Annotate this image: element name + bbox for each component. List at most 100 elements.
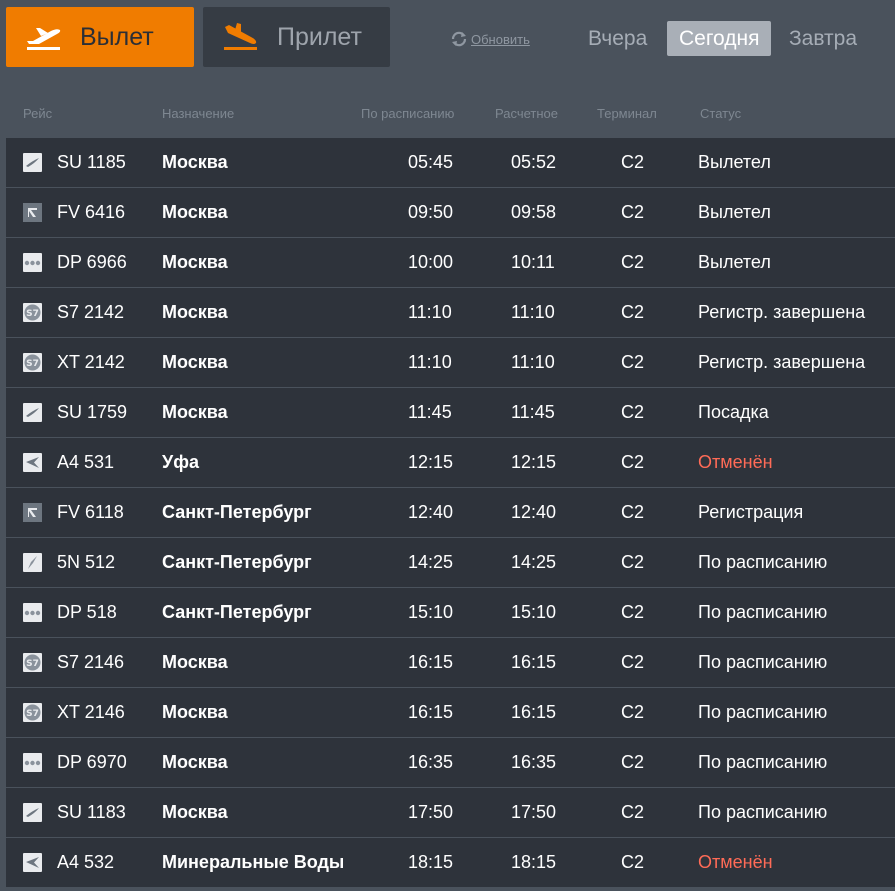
status-cell: Отменён bbox=[698, 852, 773, 872]
terminal-cell: C2 bbox=[621, 752, 645, 772]
table-row[interactable]: S7 S7 2146 Москва 16:15 16:15 C2 По расписанию bbox=[6, 638, 895, 688]
s7-logo-icon: S7 bbox=[23, 353, 42, 372]
scheduled-time-cell: 16:15 bbox=[408, 702, 454, 722]
day-tomorrow-tab[interactable]: Завтра bbox=[777, 21, 869, 56]
terminal-cell: C2 bbox=[621, 852, 645, 872]
scheduled-time-cell: 11:45 bbox=[408, 402, 452, 422]
alrosa-logo-icon bbox=[23, 853, 42, 872]
destination-cell: Санкт-Петербург bbox=[162, 552, 312, 572]
column-header-flight: Рейс bbox=[23, 106, 53, 121]
table-row[interactable]: SU 1185 Москва 05:45 05:52 C2 Вылетел bbox=[6, 138, 895, 188]
estimated-time-cell: 05:52 bbox=[511, 152, 557, 172]
s7-logo-icon: S7 bbox=[23, 303, 42, 322]
table-row[interactable]: SU 1759 Москва 11:45 11:45 C2 Посадка bbox=[6, 388, 895, 438]
column-header-scheduled: По расписанию bbox=[361, 106, 455, 121]
scheduled-time-cell: 18:15 bbox=[408, 852, 454, 872]
scheduled-time-cell: 14:25 bbox=[408, 552, 454, 572]
day-yesterday-tab[interactable]: Вчера bbox=[576, 21, 659, 56]
table-row[interactable]: SU 1183 Москва 17:50 17:50 C2 По расписанию bbox=[6, 788, 895, 838]
departures-tab-label: Вылет bbox=[80, 22, 154, 51]
destination-cell: Москва bbox=[162, 702, 228, 722]
table-row[interactable]: DP 518 Санкт-Петербург 15:10 15:10 C2 По расп… bbox=[6, 588, 895, 638]
pobeda-logo-icon bbox=[23, 603, 42, 622]
destination-cell: Москва bbox=[162, 802, 228, 822]
terminal-cell: C2 bbox=[621, 402, 645, 422]
estimated-time-cell: 16:15 bbox=[511, 652, 557, 672]
status-cell: По расписанию bbox=[698, 552, 828, 572]
estimated-time-cell: 11:10 bbox=[511, 302, 555, 322]
arrivals-tab[interactable]: Прилет bbox=[203, 7, 390, 67]
flight-number: 5N 512 bbox=[57, 552, 116, 572]
destination-cell: Москва bbox=[162, 202, 228, 222]
table-row[interactable]: S7 XT 2142 Москва 11:10 11:10 C2 Регистр. заве… bbox=[6, 338, 895, 388]
destination-cell: Санкт-Петербург bbox=[162, 502, 312, 522]
flight-number: SU 1183 bbox=[57, 802, 126, 822]
rossiya-logo-icon bbox=[23, 203, 42, 222]
flight-number: S7 2142 bbox=[57, 302, 125, 322]
estimated-time-cell: 16:35 bbox=[511, 752, 557, 772]
terminal-cell: C2 bbox=[621, 252, 645, 272]
scheduled-time-cell: 09:50 bbox=[408, 202, 454, 222]
terminal-cell: C2 bbox=[621, 152, 645, 172]
flight-number: XT 2146 bbox=[57, 702, 125, 722]
refresh-link[interactable]: Обновить bbox=[450, 30, 530, 48]
flight-number: FV 6416 bbox=[57, 202, 126, 222]
aeroflot-logo-icon bbox=[23, 153, 42, 172]
estimated-time-cell: 12:15 bbox=[511, 452, 557, 472]
estimated-time-cell: 16:15 bbox=[511, 702, 557, 722]
table-row[interactable]: DP 6966 Москва 10:00 10:11 C2 Вылетел bbox=[6, 238, 895, 288]
table-row[interactable]: A4 531 Уфа 12:15 12:15 C2 Отменён bbox=[6, 438, 895, 488]
estimated-time-cell: 11:10 bbox=[511, 352, 555, 372]
svg-text:S7: S7 bbox=[26, 359, 39, 369]
scheduled-time-cell: 12:15 bbox=[408, 452, 454, 472]
destination-cell: Санкт-Петербург bbox=[162, 602, 312, 622]
terminal-cell: C2 bbox=[621, 602, 645, 622]
table-row[interactable]: FV 6416 Москва 09:50 09:58 C2 Вылетел bbox=[6, 188, 895, 238]
destination-cell: Москва bbox=[162, 402, 228, 422]
table-row[interactable]: FV 6118 Санкт-Петербург 12:40 12:40 C2 Регист… bbox=[6, 488, 895, 538]
table-row[interactable]: DP 6970 Москва 16:35 16:35 C2 По расписанию bbox=[6, 738, 895, 788]
flights-table: SU 1185 Москва 05:45 05:52 C2 Вылетел FV 6416 М… bbox=[6, 138, 895, 888]
scheduled-time-cell: 16:15 bbox=[408, 652, 454, 672]
table-header: Рейс Назначение По расписанию Расчетное … bbox=[0, 106, 895, 126]
status-cell: По расписанию bbox=[698, 652, 828, 672]
scheduled-time-cell: 10:00 bbox=[408, 252, 454, 272]
flight-number: DP 6970 bbox=[57, 752, 127, 772]
table-row[interactable]: S7 S7 2142 Москва 11:10 11:10 C2 Регистр. заве… bbox=[6, 288, 895, 338]
estimated-time-cell: 14:25 bbox=[511, 552, 557, 572]
column-header-terminal: Терминал bbox=[597, 106, 657, 121]
terminal-cell: C2 bbox=[621, 652, 645, 672]
estimated-time-cell: 11:45 bbox=[511, 402, 555, 422]
destination-cell: Москва bbox=[162, 252, 228, 272]
status-cell: Вылетел bbox=[698, 152, 771, 172]
plane-takeoff-icon bbox=[27, 28, 61, 50]
flight-number: SU 1759 bbox=[57, 402, 128, 422]
alrosa-logo-icon bbox=[23, 453, 42, 472]
arrivals-tab-label: Прилет bbox=[277, 22, 362, 51]
refresh-label: Обновить bbox=[471, 31, 530, 47]
table-row[interactable]: A4 532 Минеральные Воды 18:15 18:15 C2 Отменё… bbox=[6, 838, 895, 888]
terminal-cell: C2 bbox=[621, 452, 645, 472]
status-cell: Отменён bbox=[698, 452, 773, 472]
status-cell: По расписанию bbox=[698, 602, 828, 622]
flight-number: A4 532 bbox=[57, 852, 115, 872]
day-today-tab[interactable]: Сегодня bbox=[667, 21, 772, 56]
departures-tab[interactable]: Вылет bbox=[6, 7, 194, 67]
status-cell: По расписанию bbox=[698, 752, 828, 772]
estimated-time-cell: 17:50 bbox=[511, 802, 557, 822]
table-row[interactable]: S7 XT 2146 Москва 16:15 16:15 C2 По расписанию bbox=[6, 688, 895, 738]
table-row[interactable]: 5N 512 Санкт-Петербург 14:25 14:25 C2 По расп… bbox=[6, 538, 895, 588]
flight-number: DP 6966 bbox=[57, 252, 127, 272]
estimated-time-cell: 18:15 bbox=[511, 852, 557, 872]
status-cell: Вылетел bbox=[698, 202, 771, 222]
terminal-cell: C2 bbox=[621, 302, 645, 322]
scheduled-time-cell: 15:10 bbox=[408, 602, 454, 622]
column-header-destination: Назначение bbox=[162, 106, 235, 121]
column-header-estimated: Расчетное bbox=[495, 106, 558, 121]
terminal-cell: C2 bbox=[621, 552, 645, 572]
scheduled-time-cell: 17:50 bbox=[408, 802, 454, 822]
pobeda-logo-icon bbox=[23, 253, 42, 272]
flight-number: A4 531 bbox=[57, 452, 115, 472]
scheduled-time-cell: 05:45 bbox=[408, 152, 454, 172]
estimated-time-cell: 10:11 bbox=[511, 252, 555, 272]
